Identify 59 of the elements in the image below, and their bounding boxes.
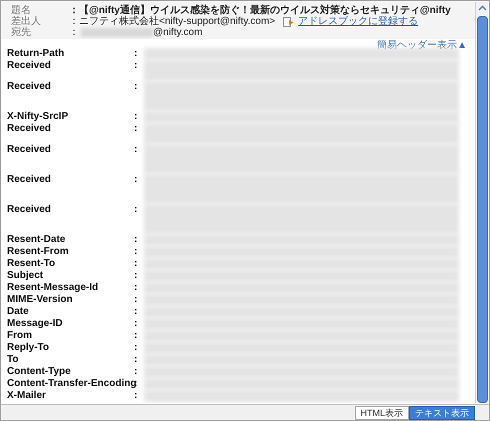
address-book-icon[interactable]	[283, 16, 294, 26]
colon-text: :	[134, 144, 138, 156]
header-field-name: To	[7, 354, 20, 366]
header-label: 差出人	[11, 16, 42, 27]
header-field-name: Received	[7, 144, 52, 156]
colon-text: :	[134, 204, 138, 216]
header-field-name: From	[7, 330, 33, 342]
header-field-name: Content-Type	[7, 366, 72, 378]
colon-text: :	[134, 258, 138, 270]
header-label: 宛先	[11, 27, 32, 38]
scrollbar[interactable]	[475, 2, 488, 403]
blurred-text	[81, 28, 153, 37]
colon-text: :	[134, 294, 138, 306]
header-field-name: Subject	[7, 270, 44, 282]
header-field-name: Message-ID	[7, 318, 64, 330]
scroll-thumb[interactable]	[476, 16, 488, 403]
colon-text: :	[134, 342, 138, 354]
header-field-name: Received	[7, 81, 52, 93]
header-field-name: Content-Transfer-Encoding	[7, 378, 134, 390]
colon-text: :	[134, 390, 138, 402]
colon-text: :	[134, 270, 138, 282]
colon-text: :	[134, 318, 138, 330]
header-field-name: Resent-From	[7, 246, 70, 258]
colon-text: :	[134, 246, 138, 258]
colon-text: :	[134, 174, 138, 186]
header-field-name: Received	[7, 60, 52, 72]
header-field-name: Received	[7, 174, 52, 186]
view-tab[interactable]: テキスト表示	[409, 406, 475, 420]
colon-text: :	[134, 81, 138, 93]
header-field-name: Reply-To	[7, 342, 50, 354]
header-field-name: X-Mailer	[7, 390, 47, 402]
add-to-address-book-link[interactable]: アドレスブックに登録する	[298, 16, 418, 27]
header-field-name: Received	[7, 204, 52, 216]
colon-text: :	[134, 60, 138, 72]
colon-text: :	[134, 354, 138, 366]
header-field-name: Resent-Date	[7, 234, 66, 246]
colon-text: ：	[69, 27, 77, 38]
colon-text: :	[134, 306, 138, 318]
header-field-name: Received	[7, 123, 52, 135]
header-label: 題名	[11, 5, 31, 16]
header-field-name: X-Nifty-SrcIP	[7, 111, 70, 123]
scroll-up-icon[interactable]	[478, 5, 486, 12]
header-field-name: MIME-Version	[7, 294, 74, 306]
colon-text: :	[134, 123, 138, 135]
colon-text: :	[134, 366, 138, 378]
simple-header-link[interactable]: 簡易ヘッダー表示▲	[377, 40, 467, 52]
colon-text: :	[134, 330, 138, 342]
header-field-name: Resent-To	[7, 258, 56, 270]
colon-text: :	[134, 111, 138, 123]
sender-text: ：ニフティ株式会社<nifty-support@nifty.com>	[69, 16, 276, 27]
header-field-name: Date	[7, 306, 30, 318]
header-field-name: Return-Path	[7, 48, 66, 60]
view-tab[interactable]: HTML表示	[354, 406, 409, 420]
colon-text: :	[134, 282, 138, 294]
subject-text: ：【@nifty通信】ウイルス感染を防ぐ！最新のウイルス対策ならセキュリティ@nifty	[69, 5, 451, 16]
recipient-text: @nifty.com	[153, 27, 202, 38]
header-field-name: Resent-Message-Id	[7, 282, 100, 294]
colon-text: :	[134, 234, 138, 246]
colon-text: :	[134, 48, 138, 60]
